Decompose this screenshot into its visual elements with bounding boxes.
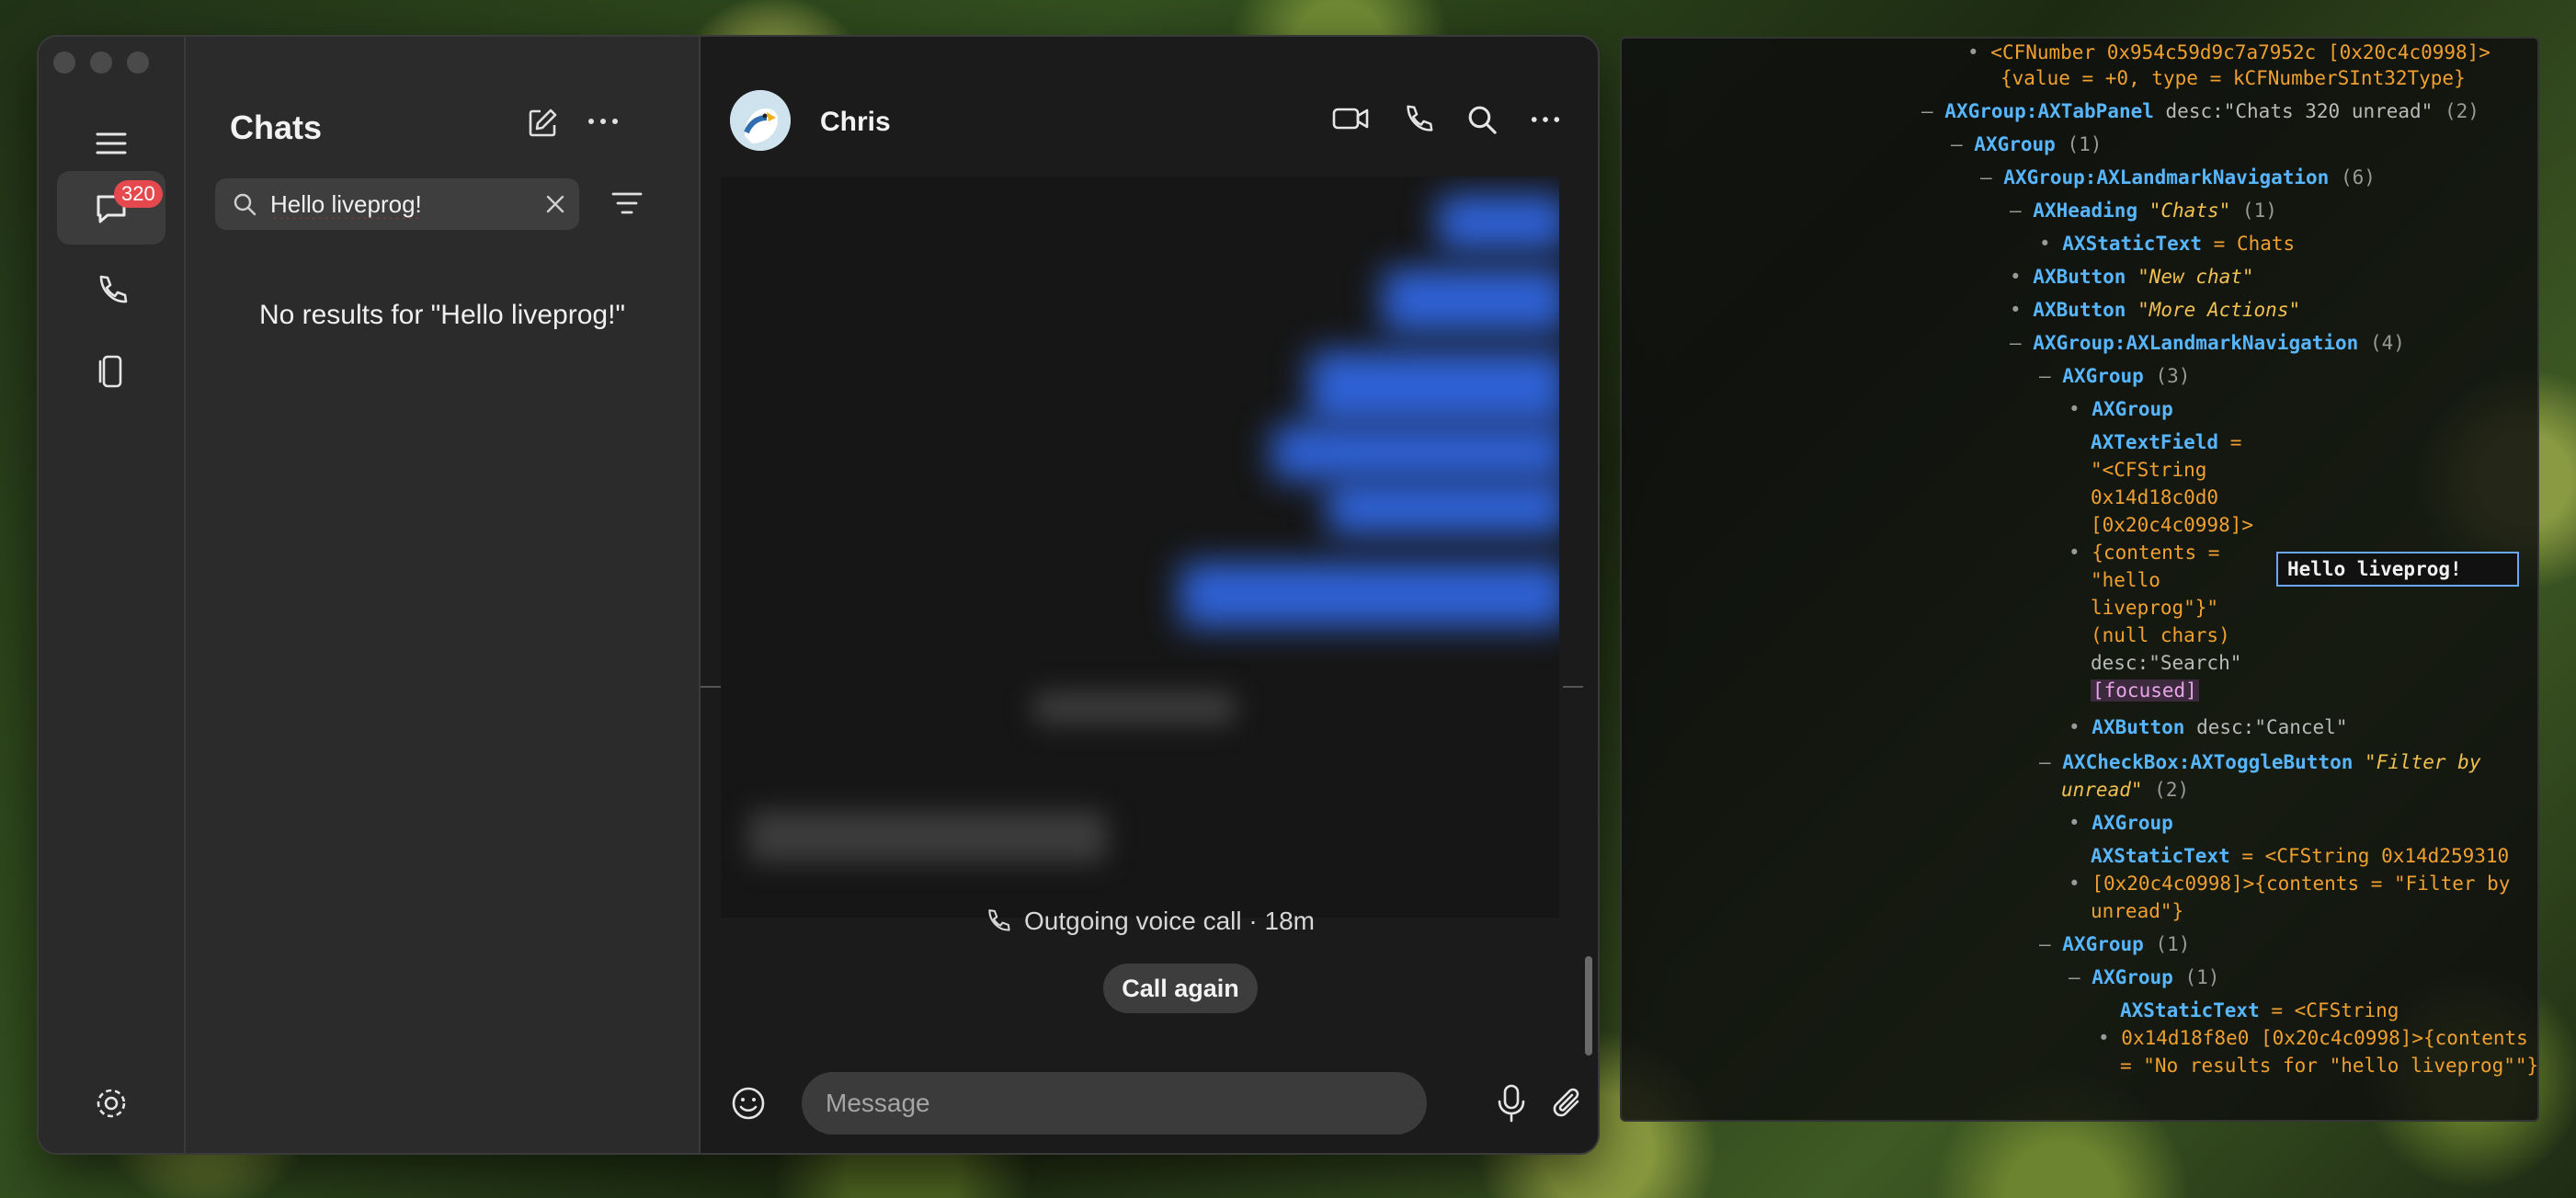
chat-list-sidebar: Chats No results for "Hello liveprog!" [186,37,701,1153]
search-conversation-icon[interactable] [1465,103,1499,136]
tree-line: "<CFString [2091,459,2207,481]
sidebar-title: Chats [230,108,323,146]
bird-avatar-icon [730,90,791,151]
no-results-text: No results for "Hello liveprog!" [258,300,626,330]
tree-node[interactable]: – AXGroup (1) [2069,964,2219,991]
search-icon [234,193,256,216]
window-controls [53,51,149,74]
calls-tab-button[interactable] [57,254,165,327]
call-again-button[interactable]: Call again [1103,964,1258,1013]
video-call-icon[interactable] [1331,103,1370,134]
tree-line: [0x20c4c0998]> [2091,514,2254,536]
menu-button[interactable] [57,107,165,180]
tree-node[interactable]: AXStaticText = <CFString [2120,997,2399,1024]
search-input[interactable] [268,188,539,220]
phone-icon [99,275,128,303]
more-horizontal-icon [588,119,618,124]
more-horizontal-icon[interactable] [1530,103,1561,136]
new-chat-button[interactable] [526,107,559,144]
filter-button[interactable] [610,189,644,222]
tree-node[interactable]: • AXGroup [2069,809,2173,837]
blurred-message-history [721,177,1559,918]
filter-icon [611,192,643,214]
hamburger-icon [96,132,127,154]
tree-line: unread" (2) [2061,779,2190,801]
microphone-icon[interactable] [1495,1083,1528,1124]
inspector-textfield-preview[interactable]: Hello liveprog! [2276,552,2519,587]
navigation-rail: 320 [39,37,186,1153]
avatar[interactable] [730,90,791,151]
tree-node[interactable]: – AXCheckBox:AXToggleButton "Filter by [2039,748,2480,776]
tree-node[interactable]: – AXHeading "Chats" (1) [2010,197,2277,224]
gear-icon [97,1089,126,1118]
emoji-icon[interactable] [730,1085,767,1122]
tree-node[interactable]: • AXButton "More Actions" [2010,296,2300,324]
tree-line: "hello [2091,569,2160,591]
more-actions-button[interactable] [587,112,620,135]
call-event-text: Outgoing voice call · 18m [1024,907,1315,935]
composer [701,1072,1598,1135]
tree-node[interactable]: AXStaticText = <CFString 0x14d259310 [2091,842,2509,870]
tree-line: unread"} [2091,900,2184,922]
minimize-window-button[interactable] [90,51,112,74]
tree-node[interactable]: • AXButton "New chat" [2010,263,2254,291]
tree-line: desc:"Search" [2091,652,2242,674]
tree-node[interactable]: – AXGroup (1) [2039,930,2190,958]
contact-name: Chris [820,107,891,137]
chats-tab-button[interactable]: 320 [57,171,165,245]
phone-icon [988,909,1010,931]
close-window-button[interactable] [53,51,75,74]
tree-line: = "No results for "hello liveprog""} [2120,1055,2539,1077]
tree-node[interactable]: • AXStaticText = Chats [2039,230,2295,257]
voice-call-icon[interactable] [1401,103,1434,136]
settings-button[interactable] [57,1067,165,1140]
tree-node[interactable]: – AXGroup:AXLandmarkNavigation (4) [2010,329,2405,357]
stories-tab-button[interactable] [57,335,165,408]
tree-line: • <CFNumber 0x954c59d9c7a7952c [0x20c4c0… [1967,41,2491,63]
clear-search-icon[interactable] [544,193,566,215]
unread-badge: 320 [114,180,163,208]
divider [701,686,721,688]
attachment-icon[interactable] [1550,1083,1587,1124]
compose-icon [529,108,557,137]
accessibility-inspector-panel: • <CFNumber 0x954c59d9c7a7952c [0x20c4c0… [1620,37,2539,1122]
tree-line: liveprog"}" [2091,597,2219,619]
stories-icon [98,355,122,388]
tree-line: • {contents = [2069,542,2220,564]
tree-node[interactable]: • AXGroup [2069,395,2173,423]
tree-node[interactable]: – AXGroup (1) [1951,131,2102,158]
conversation-pane: Chris Outgoing voice call · 18m Call aga [701,37,1598,1153]
focused-tag: [focused] [2091,679,2199,702]
tree-line: • [0x20c4c0998]>{contents = "Filter by [2069,873,2511,895]
message-input[interactable] [802,1072,1427,1135]
zoom-window-button[interactable] [127,51,149,74]
tree-line: 0x14d18c0d0 [2091,486,2219,508]
conversation-header: Chris [701,90,1598,164]
conversation-actions [1331,103,1561,136]
tree-node[interactable]: • AXButton desc:"Cancel" [2069,713,2347,741]
tree-line: (null chars) [2091,624,2230,646]
tree-node[interactable]: – AXGroup:AXTabPanel desc:"Chats 320 unr… [1921,97,2479,125]
tree-node[interactable]: AXTextField = [2091,428,2241,456]
tree-node[interactable]: – AXGroup:AXLandmarkNavigation (6) [1980,164,2376,191]
chat-app-window: 320 Chats No results for "Hello liveprog… [39,37,1598,1153]
tree-line: • 0x14d18f8e0 [0x20c4c0998]>{contents [2098,1027,2528,1049]
conversation-scrollbar[interactable] [1585,956,1592,1055]
divider [1563,686,1583,688]
call-event: Outgoing voice call · 18m [701,907,1598,936]
tree-node[interactable]: – AXGroup (3) [2039,362,2190,390]
tree-line: {value = +0, type = kCFNumberSInt32Type} [2000,67,2466,89]
search-box [215,178,579,230]
